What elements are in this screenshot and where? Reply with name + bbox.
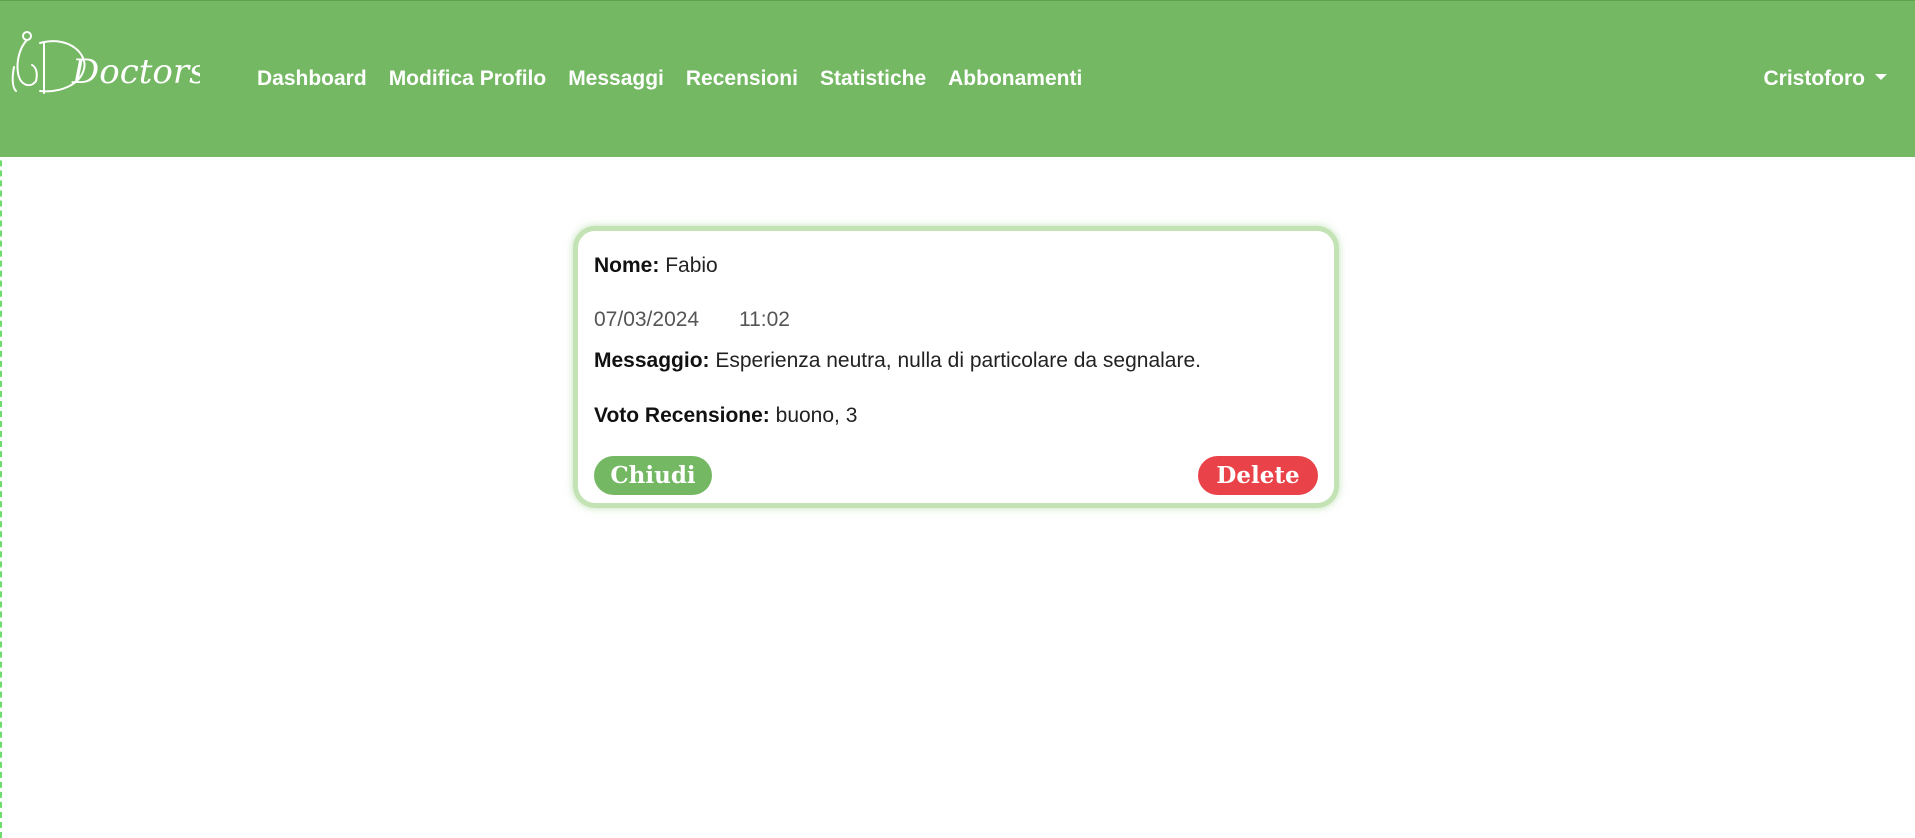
doctors-logo[interactable]: Doctors (10, 27, 207, 99)
rating-label: Voto Recensione: (594, 404, 776, 427)
review-message-row: Messaggio: Esperienza neutra, nulla di p… (594, 349, 1201, 373)
nav-recensioni[interactable]: Recensioni (686, 67, 798, 91)
review-time: 11:02 (738, 308, 790, 331)
navbar: Doctors Dashboard Modifica Profilo Messa… (0, 0, 1915, 157)
stethoscope-icon: Doctors (11, 31, 207, 94)
nav-dashboard[interactable]: Dashboard (257, 67, 367, 91)
caret-down-icon (1875, 74, 1887, 80)
review-rating-row: Voto Recensione: buono, 3 (594, 404, 857, 428)
main-nav: Dashboard Modifica Profilo Messaggi Rece… (257, 67, 1104, 91)
nav-statistiche[interactable]: Statistiche (820, 67, 926, 91)
message-label: Messaggio: (594, 349, 716, 372)
rating-value: buono, 3 (775, 404, 858, 427)
nav-messaggi[interactable]: Messaggi (568, 67, 664, 91)
review-card: Nome: Fabio 07/03/2024 11:02 Messaggio: … (573, 226, 1339, 508)
name-label: Nome: (594, 254, 666, 277)
reviewer-name-row: Nome: Fabio (594, 254, 718, 278)
name-value: Fabio (665, 254, 718, 277)
nav-abbonamenti[interactable]: Abbonamenti (948, 67, 1082, 91)
review-date: 07/03/2024 (594, 308, 700, 331)
svg-text:Doctors: Doctors (71, 52, 200, 92)
user-name: Cristoforo (1763, 67, 1866, 90)
user-menu-dropdown[interactable]: Cristoforo (1763, 67, 1887, 91)
close-button[interactable]: Chiudi (594, 456, 712, 495)
review-datetime-row: 07/03/2024 11:02 (594, 308, 790, 332)
delete-button[interactable]: Delete (1198, 456, 1318, 495)
message-value: Esperienza neutra, nulla di particolare … (715, 349, 1201, 372)
nav-modifica-profilo[interactable]: Modifica Profilo (389, 67, 547, 91)
